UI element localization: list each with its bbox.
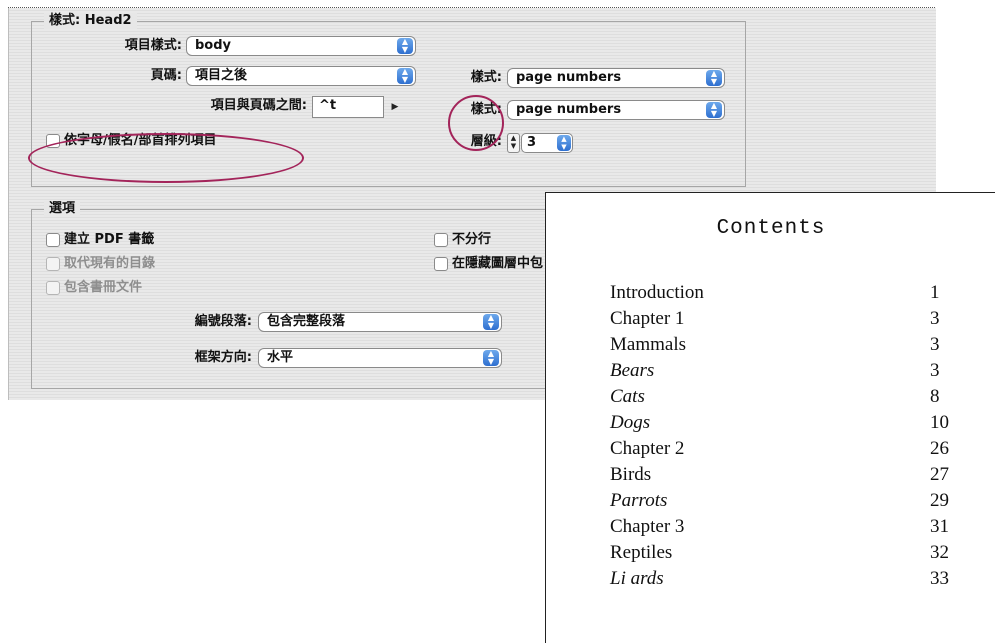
create-pdf-bookmarks-label: 建立 PDF 書籤 bbox=[64, 232, 155, 247]
frame-direction-popup[interactable]: 水平 ▲ ▼ bbox=[258, 348, 502, 368]
numbered-paragraphs-value: 包含完整段落 bbox=[267, 314, 346, 329]
replace-existing-checkbox[interactable] bbox=[46, 257, 60, 271]
toc-entry-title: Li ards bbox=[610, 568, 664, 589]
style-group-title: 樣式: Head2 bbox=[44, 13, 137, 29]
options-group-title: 選項 bbox=[44, 201, 81, 217]
toc-entry-page: 3 bbox=[930, 334, 940, 355]
page-number-value: 項目之後 bbox=[195, 68, 248, 83]
toc-entry-page: 26 bbox=[930, 438, 949, 459]
toc-entry-page: 3 bbox=[930, 308, 940, 329]
entry-style-value: body bbox=[195, 38, 232, 53]
toc-entry: Reptiles 32 bbox=[610, 542, 950, 566]
up-down-arrows-icon: ▲ ▼ bbox=[557, 135, 571, 151]
page-style-value-2: page numbers bbox=[516, 102, 622, 117]
toc-entry-page: 3 bbox=[930, 360, 940, 381]
toc-entry-page: 31 bbox=[930, 516, 949, 537]
level-value: 3 bbox=[527, 135, 537, 150]
up-down-arrows-icon: ▲ ▼ bbox=[706, 102, 722, 118]
page-number-label: 頁碼: bbox=[150, 68, 182, 83]
up-down-arrows-icon: ▲ ▼ bbox=[706, 70, 722, 86]
numbered-paragraphs-label: 編號段落: bbox=[194, 314, 252, 329]
toc-entry: Introduction 1 bbox=[610, 282, 950, 306]
toc-entry-title: Reptiles bbox=[610, 542, 673, 563]
up-down-arrows-icon: ▲ ▼ bbox=[397, 38, 413, 54]
page-style-value-1: page numbers bbox=[516, 70, 622, 85]
toc-entry-title: Bears bbox=[610, 360, 655, 381]
toc-entry: Chapter 2 26 bbox=[610, 438, 950, 462]
toc-entry-title: Chapter 2 bbox=[610, 438, 685, 459]
toc-entry-page: 10 bbox=[930, 412, 949, 433]
entry-style-label: 項目樣式: bbox=[124, 38, 182, 53]
toc-entry: Parrots 29 bbox=[610, 490, 950, 514]
up-down-arrows-icon: ▲ ▼ bbox=[483, 314, 499, 330]
page-style-highlight-circle bbox=[448, 95, 504, 151]
between-entry-page-label: 項目與頁碼之間: bbox=[210, 98, 307, 113]
toc-entry: Bears 3 bbox=[610, 360, 950, 384]
toc-entry: Mammals 3 bbox=[610, 334, 950, 358]
toc-entry-page: 32 bbox=[930, 542, 949, 563]
special-char-menu-icon[interactable]: ▶ bbox=[387, 97, 403, 117]
run-in-label: 不分行 bbox=[452, 232, 492, 247]
toc-entry: Dogs 10 bbox=[610, 412, 950, 436]
toc-entry: Chapter 1 3 bbox=[610, 308, 950, 332]
numbered-paragraphs-popup[interactable]: 包含完整段落 ▲ ▼ bbox=[258, 312, 502, 332]
up-down-arrows-icon: ▲ ▼ bbox=[397, 68, 413, 84]
include-book-docs-checkbox[interactable] bbox=[46, 281, 60, 295]
hidden-layers-checkbox[interactable] bbox=[434, 257, 448, 271]
page-style-label-1: 樣式: bbox=[470, 70, 502, 85]
replace-existing-label: 取代現有的目錄 bbox=[64, 256, 156, 271]
toc-entry: Birds 27 bbox=[610, 464, 950, 488]
toc-entry-title: Chapter 3 bbox=[610, 516, 685, 537]
toc-preview-panel: Contents Introduction 1 Chapter 1 3 Mammals 3… bbox=[545, 192, 995, 643]
run-in-checkbox[interactable] bbox=[434, 233, 448, 247]
level-popup[interactable]: 3 ▲ ▼ bbox=[521, 133, 573, 153]
page-number-popup[interactable]: 項目之後 ▲ ▼ bbox=[186, 66, 416, 86]
between-entry-page-field[interactable]: ^t bbox=[312, 96, 384, 118]
sort-entries-highlight-ellipse bbox=[28, 133, 304, 183]
toc-entry-page: 8 bbox=[930, 386, 940, 407]
level-stepper[interactable]: ▲ ▼ bbox=[507, 133, 520, 153]
hidden-layers-label: 在隱藏圖層中包 bbox=[452, 256, 544, 271]
entry-style-popup[interactable]: body ▲ ▼ bbox=[186, 36, 416, 56]
toc-entry: Cats 8 bbox=[610, 386, 950, 410]
up-down-arrows-icon: ▲ ▼ bbox=[483, 350, 499, 366]
page-style-popup-1[interactable]: page numbers ▲ ▼ bbox=[507, 68, 725, 88]
toc-entry-title: Chapter 1 bbox=[610, 308, 685, 329]
toc-entry-title: Cats bbox=[610, 386, 645, 407]
page-style-popup-2[interactable]: page numbers ▲ ▼ bbox=[507, 100, 725, 120]
frame-direction-value: 水平 bbox=[267, 350, 294, 365]
frame-direction-label: 框架方向: bbox=[194, 350, 252, 365]
include-book-docs-label: 包含書冊文件 bbox=[64, 280, 143, 295]
toc-entry: Li ards 33 bbox=[610, 568, 950, 592]
toc-preview-title: Contents bbox=[716, 217, 826, 240]
create-pdf-bookmarks-checkbox[interactable] bbox=[46, 233, 60, 247]
toc-entry-page: 27 bbox=[930, 464, 949, 485]
toc-entry-page: 33 bbox=[930, 568, 949, 589]
toc-entry: Chapter 3 31 bbox=[610, 516, 950, 540]
toc-entry-page: 1 bbox=[930, 282, 940, 303]
toc-entry-title: Mammals bbox=[610, 334, 686, 355]
toc-entry-title: Introduction bbox=[610, 282, 704, 303]
toc-entry-title: Dogs bbox=[610, 412, 651, 433]
toc-entry-page: 29 bbox=[930, 490, 949, 511]
toc-entry-title: Parrots bbox=[610, 490, 668, 511]
toc-entry-title: Birds bbox=[610, 464, 652, 485]
